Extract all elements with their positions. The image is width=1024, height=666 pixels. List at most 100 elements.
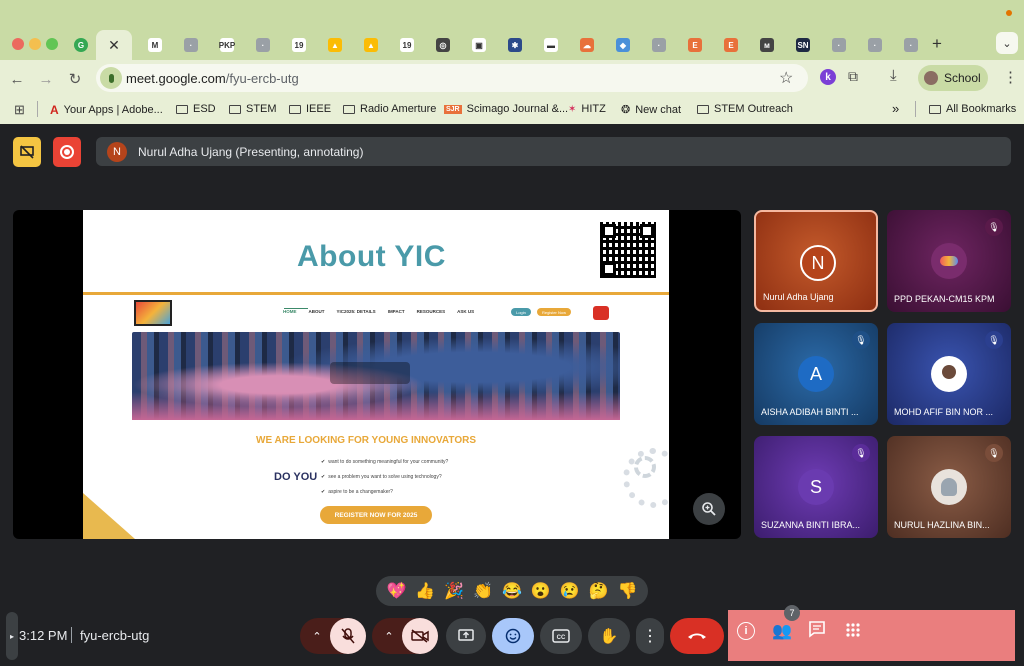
browser-tab[interactable]: · [248, 34, 278, 56]
tab-favicon-icon: ✱ [508, 38, 522, 52]
folder-icon [697, 104, 709, 114]
close-tab-icon[interactable]: ✕ [108, 37, 120, 54]
hitz-icon: ✶ [568, 103, 577, 115]
browser-tab[interactable]: ᴍ [752, 34, 782, 56]
download-icon[interactable]: ⤓ [890, 67, 897, 84]
tab-favicon-icon: ▬ [544, 38, 558, 52]
browser-tab[interactable]: · [824, 34, 854, 56]
divider [915, 101, 916, 117]
participant-tile[interactable]: N Nurul Adha Ujang [754, 210, 878, 312]
bookmark-hitz[interactable]: ✶ HITZ [568, 103, 606, 115]
reaction-heart[interactable]: 💖 [386, 581, 406, 601]
captions-button[interactable]: CC [540, 618, 582, 654]
active-tab[interactable]: ✕ [96, 30, 132, 60]
bookmark-esd[interactable]: ESD [176, 103, 216, 115]
recording-button[interactable] [53, 137, 81, 167]
chat-button[interactable] [808, 620, 826, 643]
participant-tile[interactable]: 🎙 PPD PEKAN-CM15 KPM [887, 210, 1011, 312]
browser-tab[interactable]: SN [788, 34, 818, 56]
reaction-laugh[interactable]: 😂 [502, 581, 522, 601]
browser-tab[interactable]: M [140, 34, 170, 56]
participant-tile[interactable]: 🎙 MOHD AFIF BIN NOR ... [887, 323, 1011, 425]
browser-tab[interactable]: ▲ [356, 34, 386, 56]
extensions-puzzle-icon[interactable]: ⧉ [848, 68, 858, 85]
browser-tab[interactable]: · [644, 34, 674, 56]
reload-icon[interactable]: ↻ [66, 70, 84, 88]
sponsor-logo [593, 306, 609, 320]
presenter-avatar: N [107, 142, 127, 162]
bullet-1: ✔ want to do something meaningful for you… [321, 459, 449, 465]
participant-tile[interactable]: 🎙 NURUL HAZLINA BIN... [887, 436, 1011, 538]
bookmark-ieee[interactable]: IEEE [289, 103, 331, 115]
meeting-details-icon[interactable]: i [737, 622, 755, 640]
browser-tab[interactable]: 19 [392, 34, 422, 56]
raise-hand-button[interactable]: ✋ [588, 618, 630, 654]
leave-call-button[interactable] [670, 618, 724, 654]
mic-off-button[interactable] [330, 618, 366, 654]
browser-tab[interactable]: ▲ [320, 34, 350, 56]
reaction-thinking[interactable]: 🤔 [589, 581, 609, 601]
browser-menu-icon[interactable]: ⋮ [1003, 68, 1018, 86]
site-info-icon[interactable] [100, 67, 122, 89]
browser-tab[interactable]: 19 [284, 34, 314, 56]
more-options-icon[interactable]: ⋮ [636, 618, 664, 654]
participant-tile[interactable]: 🎙 A AISHA ADIBAH BINTI ... [754, 323, 878, 425]
present-button[interactable] [446, 618, 486, 654]
browser-tab[interactable]: ◆ [608, 34, 638, 56]
site-register-button: Register Now [537, 308, 571, 316]
tab-search-button[interactable]: ⌄ [996, 32, 1018, 54]
reaction-thumbs-up[interactable]: 👍 [415, 581, 435, 601]
expand-handle[interactable]: ▸ [6, 612, 18, 660]
browser-tab[interactable]: ▬ [536, 34, 566, 56]
notification-dot [1006, 10, 1012, 16]
browser-tab[interactable]: ☁ [572, 34, 602, 56]
reaction-party[interactable]: 🎉 [444, 581, 464, 601]
screen-off-icon [20, 145, 34, 159]
bookmarks-overflow-icon[interactable]: » [892, 101, 899, 116]
people-button[interactable]: 👥 [772, 621, 792, 641]
browser-tab[interactable]: · [896, 34, 926, 56]
browser-tab[interactable]: G [66, 34, 96, 56]
reactions-button[interactable] [492, 618, 534, 654]
stop-presenting-button[interactable] [13, 137, 41, 167]
bookmark-stem-outreach[interactable]: STEM Outreach [697, 103, 793, 115]
video-options-chevron-icon[interactable]: ⌃ [375, 618, 403, 654]
bookmark-new-chat[interactable]: ❂ New chat [621, 103, 681, 117]
bookmark-radio[interactable]: Radio Amerture [343, 103, 436, 115]
bookmark-scimago[interactable]: SJR Scimago Journal &... [444, 103, 568, 115]
zoom-button[interactable] [693, 493, 725, 525]
captions-icon: CC [552, 629, 570, 643]
browser-tab[interactable]: E [680, 34, 710, 56]
browser-tab[interactable]: · [860, 34, 890, 56]
new-tab-button[interactable]: + [932, 34, 942, 54]
reaction-thumbs-down[interactable]: 👎 [617, 581, 637, 601]
all-bookmarks[interactable]: All Bookmarks [929, 103, 1016, 115]
reaction-sad[interactable]: 😢 [560, 581, 580, 601]
browser-tab[interactable]: E [716, 34, 746, 56]
back-icon[interactable]: ← [8, 70, 26, 88]
bookmark-adobe[interactable]: A Your Apps | Adobe... [50, 103, 163, 117]
browser-tab[interactable]: ✱ [500, 34, 530, 56]
profile-button[interactable]: School [918, 65, 988, 91]
minimize-window-button[interactable] [29, 38, 41, 50]
forward-icon[interactable]: → [37, 70, 55, 88]
participant-tile[interactable]: 🎙 S SUZANNA BINTI IBRA... [754, 436, 878, 538]
reaction-clap[interactable]: 👏 [473, 581, 493, 601]
people-icon: 👥 [772, 623, 792, 640]
mic-off-icon: 🎙 [985, 331, 1003, 349]
bookmark-stem[interactable]: STEM [229, 103, 277, 115]
camera-off-button[interactable] [402, 618, 438, 654]
activities-button[interactable] [845, 622, 861, 643]
audio-options-chevron-icon[interactable]: ⌃ [303, 618, 331, 654]
reaction-surprised[interactable]: 😮 [531, 581, 551, 601]
browser-tab[interactable]: · [176, 34, 206, 56]
maximize-window-button[interactable] [46, 38, 58, 50]
bullet-3: ✔ aspire to be a changemaker? [321, 489, 393, 495]
apps-grid-icon[interactable]: ⊞ [14, 102, 25, 118]
extension-k-icon[interactable]: k [820, 69, 836, 85]
close-window-button[interactable] [12, 38, 24, 50]
browser-tab[interactable]: ◎ [428, 34, 458, 56]
browser-tab[interactable]: PKP [212, 34, 242, 56]
browser-tab[interactable]: ▣ [464, 34, 494, 56]
bookmark-star-icon[interactable]: ☆ [779, 68, 793, 88]
